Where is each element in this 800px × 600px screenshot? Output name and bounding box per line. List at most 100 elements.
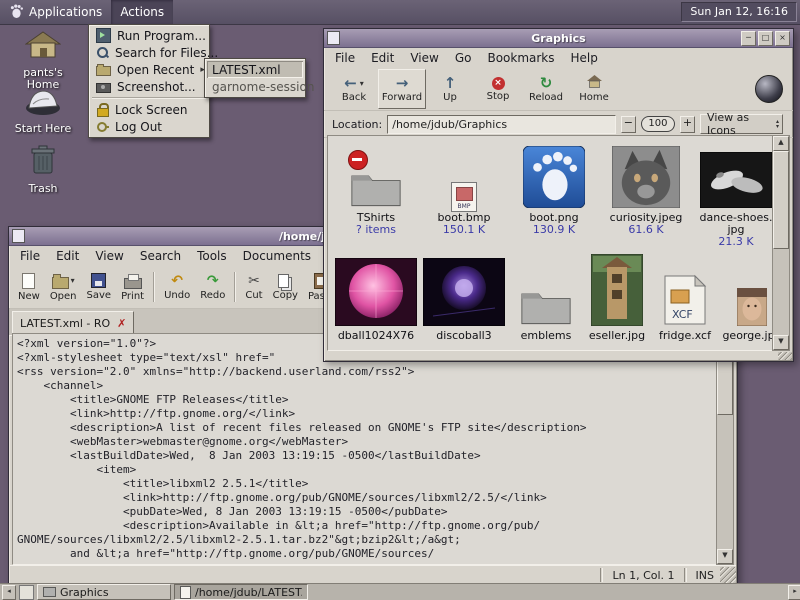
file-fridge-xcf[interactable]: XCF fridge.xcf [650,256,720,342]
forward-button[interactable]: → Forward [378,69,426,109]
home-button[interactable]: Home [570,69,618,109]
submenu-item-latest-xml[interactable]: LATEST.xml [207,61,303,78]
panel-hide-right-button[interactable]: ▸ [788,585,800,600]
scroll-up-icon[interactable]: ▲ [773,136,789,151]
open-folder-icon [52,277,69,289]
menu-file[interactable]: File [12,247,48,265]
location-input[interactable] [387,115,616,134]
file-dance-shoes-jpg[interactable]: dance-shoes. jpg 21.3 K [692,146,774,248]
menu-edit[interactable]: Edit [48,247,87,265]
graphics-bottom-frame [325,352,792,360]
view-mode-select[interactable]: View as Icons ▴▾ [700,114,783,134]
code-line: <item> [17,463,717,477]
task-button-editor[interactable]: /home/jdub/LATEST.xm [174,584,308,600]
close-button[interactable]: × [775,31,790,46]
panel-hide-left-button[interactable]: ◂ [2,585,16,600]
code-line: <pubDate>Wed, 8 Jan 2003 13:19:15 -0500<… [17,505,717,519]
up-button[interactable]: ↑ Up [426,69,474,109]
file-emblems[interactable]: emblems [508,256,584,342]
file-george-jpg[interactable]: george.jpg [720,256,774,342]
menu-go[interactable]: Go [447,49,480,67]
new-button[interactable]: New [14,268,44,306]
back-button[interactable]: ← ▾ Back [330,69,378,109]
scroll-down-icon[interactable]: ▼ [717,549,733,564]
tab-latest-xml[interactable]: LATEST.xml - RO ✗ [12,311,134,335]
file-discoball3[interactable]: discoball3 [420,256,508,342]
menu-item-log-out[interactable]: Log Out [91,118,207,135]
file-eseller-jpg[interactable]: eseller.jpg [584,256,650,342]
graphics-window: Graphics ─ □ × File Edit View Go Bookmar… [323,28,794,362]
menu-item-open-recent[interactable]: Open Recent ▸ [91,61,207,78]
menu-bookmarks[interactable]: Bookmarks [479,49,562,67]
actions-menu-button[interactable]: Actions [111,0,173,24]
svg-text:XCF: XCF [672,308,693,321]
menu-file[interactable]: File [327,49,363,67]
scrollbar-trough[interactable] [717,415,733,549]
graphics-menubar: File Edit View Go Bookmarks Help [324,48,793,68]
redo-button[interactable]: ↷ Redo [196,268,229,306]
desktop-icon-start-here[interactable]: Start Here [6,84,80,135]
file-boot-png[interactable]: boot.png 130.9 K [508,146,600,248]
graphics-titlebar[interactable]: Graphics ─ □ × [324,29,793,48]
menu-documents[interactable]: Documents [235,247,319,265]
editor-scrollbar[interactable]: ▲ ▼ [716,333,734,565]
menu-search[interactable]: Search [132,247,189,265]
menu-edit[interactable]: Edit [363,49,402,67]
camera-icon [96,83,111,93]
menu-item-lock-screen[interactable]: Lock Screen [91,101,207,118]
file-boot-bmp[interactable]: BMP boot.bmp 150.1 K [420,146,508,248]
desktop-icon-trash[interactable]: Trash [6,144,80,195]
scroll-down-icon[interactable]: ▼ [773,335,789,350]
applications-menu-button[interactable]: Applications [0,0,111,24]
desktop-icon-label: Start Here [15,123,71,135]
graphics-toolbar: ← ▾ Back → Forward ↑ Up × Stop ↻ Reload [324,68,793,111]
back-dropdown-icon[interactable]: ▾ [360,79,364,88]
file-curiosity-jpeg[interactable]: curiosity.jpeg 61.6 K [600,146,692,248]
location-bar: Location: − 100 + View as Icons ▴▾ [324,111,793,138]
menu-tools[interactable]: Tools [189,247,235,265]
cut-button[interactable]: ✂ Cut [241,268,266,306]
menu-view[interactable]: View [87,247,131,265]
maximize-button[interactable]: □ [758,31,773,46]
start-here-icon [23,84,63,120]
zoom-out-button[interactable]: − [621,116,636,133]
tab-close-icon[interactable]: ✗ [117,317,126,330]
file-dball1024[interactable]: dball1024X76 [332,256,420,342]
submenu-item-garnome-session[interactable]: garnome-session [207,78,303,95]
zoom-in-button[interactable]: + [680,116,695,133]
menu-item-search-for-files[interactable]: Search for Files... [91,44,207,61]
graphics-scrollbar[interactable]: ▲ ▼ [772,135,790,351]
resize-grip[interactable] [720,567,736,583]
code-line: GNOME/sources/libxml2/2.5/libxml2-2.5.1.… [17,533,717,547]
menu-item-screenshot[interactable]: Screenshot... [91,78,207,95]
stop-button[interactable]: × Stop [474,69,522,109]
code-line: <webMaster>webmaster@gnome.org</webMaste… [17,435,717,449]
clock-applet[interactable]: Sun Jan 12, 16:16 [681,2,797,22]
cut-icon: ✂ [248,274,260,288]
save-button[interactable]: Save [83,268,116,306]
text-editing-area[interactable]: <?xml version="1.0"?> <?xml-stylesheet t… [12,333,718,565]
open-dropdown-icon[interactable]: ▾ [71,276,75,285]
menu-item-run-program[interactable]: Run Program... [91,27,207,44]
open-button[interactable]: ▾ Open [46,268,81,306]
gnome-foot-icon [9,3,24,22]
new-document-icon [22,273,35,289]
resize-grip[interactable] [778,352,792,360]
task-button-graphics[interactable]: Graphics [37,584,171,600]
scrollbar-thumb[interactable] [773,151,789,249]
desktop-icon-home[interactable]: pants's Home [6,30,80,91]
top-panel: Applications Actions Sun Jan 12, 16:16 [0,0,800,25]
lock-icon [96,103,109,116]
copy-button[interactable]: Copy [269,268,302,306]
minimize-button[interactable]: ─ [741,31,756,46]
scrollbar-trough[interactable] [773,249,789,335]
file-tshirts[interactable]: TShirts ? items [332,146,420,248]
print-button[interactable]: Print [117,268,148,306]
menu-help[interactable]: Help [563,49,606,67]
file-icon-view[interactable]: TShirts ? items BMP boot.bmp 150.1 K [327,135,774,351]
menu-view[interactable]: View [402,49,446,67]
reload-button[interactable]: ↻ Reload [522,69,570,109]
portrait-photo-thumbnail [737,288,767,330]
undo-button[interactable]: ↶ Undo [160,268,194,306]
reload-icon: ↻ [540,76,553,91]
